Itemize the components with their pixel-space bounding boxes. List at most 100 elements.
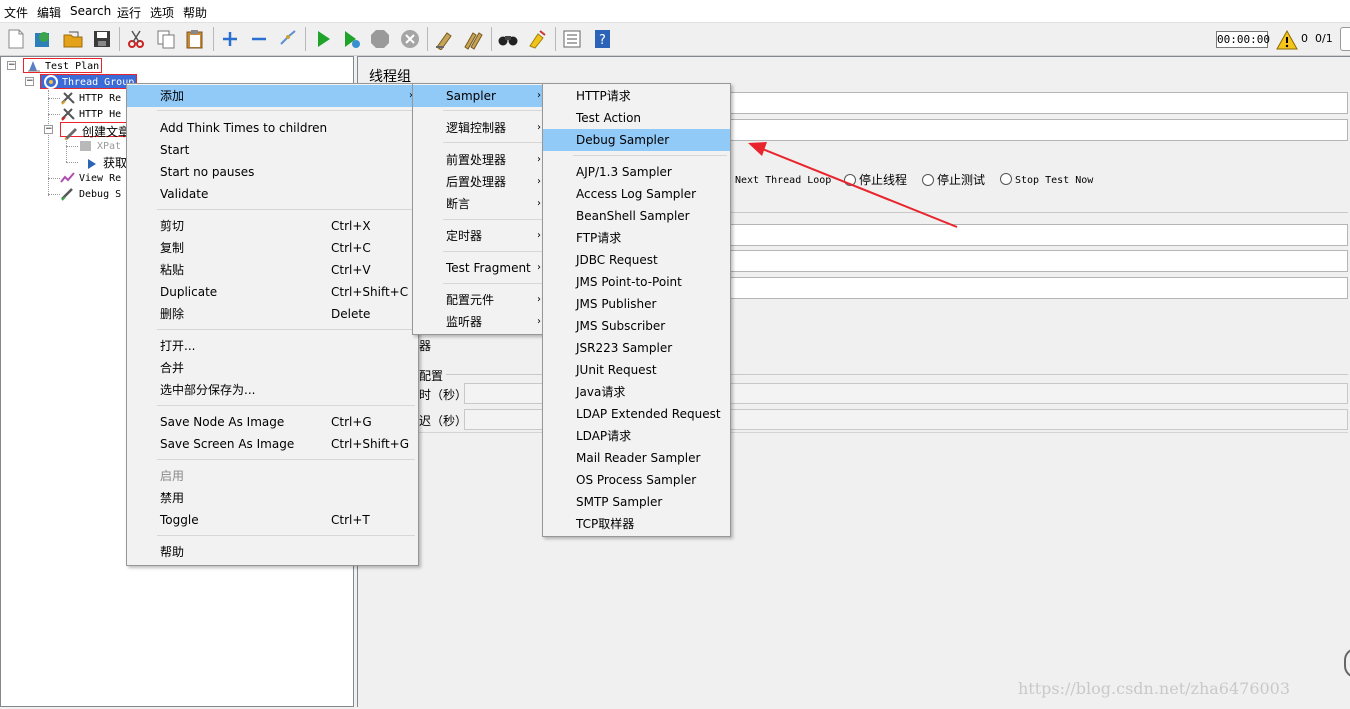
menu-item-copy[interactable]: 复制 Ctrl+C — [127, 237, 418, 259]
sampler-item-junit[interactable]: JUnit Request — [543, 359, 730, 381]
menu-item-save-node-as-image[interactable]: Save Node As Image Ctrl+G — [127, 411, 418, 433]
tree-node-thread-group[interactable]: Thread Group — [40, 74, 138, 89]
menu-item-start-no-pauses[interactable]: Start no pauses — [127, 161, 418, 183]
sampler-item-access-log[interactable]: Access Log Sampler — [543, 183, 730, 205]
sampler-item-ldap-extended[interactable]: LDAP Extended Request — [543, 403, 730, 425]
radio-button[interactable] — [1000, 173, 1012, 185]
menu-options[interactable]: 选项 — [150, 4, 174, 21]
name-field[interactable] — [729, 92, 1348, 114]
save-icon[interactable] — [91, 28, 113, 50]
menu-item-disable[interactable]: 禁用 — [127, 487, 418, 509]
clear-all-icon[interactable] — [462, 28, 484, 50]
tree-toggle[interactable]: − — [25, 77, 34, 86]
menu-item-open[interactable]: 打开... — [127, 335, 418, 357]
sampler-item-beanshell[interactable]: BeanShell Sampler — [543, 205, 730, 227]
sampler-item-mail-reader[interactable]: Mail Reader Sampler — [543, 447, 730, 469]
sampler-item-jms-subscriber[interactable]: JMS Subscriber — [543, 315, 730, 337]
search-icon[interactable] — [497, 28, 519, 50]
radio-stop-test[interactable]: 停止测试 — [922, 171, 985, 188]
tree-node-get[interactable]: 获取 — [84, 154, 127, 171]
tree-node-view-results[interactable]: View Re — [60, 171, 121, 185]
tree-node-debug-sampler[interactable]: Debug S — [60, 187, 121, 201]
submenu-item-logic-controller[interactable]: 逻辑控制器 › — [413, 117, 547, 139]
tree-node-http-request[interactable]: HTTP Re — [60, 91, 121, 105]
tree-node-create-article[interactable]: 创建文章 — [60, 122, 134, 140]
menu-item-start[interactable]: Start — [127, 139, 418, 161]
menu-item-add[interactable]: 添加 › — [127, 85, 418, 107]
sampler-item-ftp[interactable]: FTP请求 — [543, 227, 730, 249]
start-icon[interactable] — [312, 28, 334, 50]
reset-search-icon[interactable] — [526, 28, 548, 50]
sampler-item-test-action[interactable]: Test Action — [543, 107, 730, 129]
tree-node-http-header[interactable]: HTTP He — [60, 107, 121, 121]
new-icon[interactable] — [5, 28, 27, 50]
submenu-item-listener[interactable]: 监听器 › — [413, 311, 547, 333]
radio-button[interactable] — [922, 174, 934, 186]
submenu-item-test-fragment[interactable]: Test Fragment › — [413, 257, 547, 279]
menu-item-paste[interactable]: 粘贴 Ctrl+V — [127, 259, 418, 281]
menu-item-label: BeanShell Sampler — [576, 209, 690, 223]
start-no-pause-icon[interactable] — [340, 28, 362, 50]
radio-stop-thread[interactable]: 停止线程 — [844, 171, 907, 188]
sampler-item-ajp[interactable]: AJP/1.3 Sampler — [543, 161, 730, 183]
clear-icon[interactable] — [433, 28, 455, 50]
toggle-icon[interactable] — [277, 28, 299, 50]
menu-run[interactable]: 运行 — [117, 4, 141, 21]
submenu-item-pre-processor[interactable]: 前置处理器 › — [413, 149, 547, 171]
templates-icon[interactable] — [32, 28, 54, 50]
menu-item-duplicate[interactable]: Duplicate Ctrl+Shift+C — [127, 281, 418, 303]
warning-icon[interactable] — [1276, 29, 1298, 51]
menu-item-help[interactable]: 帮助 — [127, 541, 418, 563]
expand-icon[interactable] — [219, 28, 241, 50]
paste-icon[interactable] — [184, 28, 206, 50]
submenu-item-config-element[interactable]: 配置元件 › — [413, 289, 547, 311]
stop-icon[interactable] — [369, 28, 391, 50]
collapse-icon[interactable] — [248, 28, 270, 50]
submenu-item-timer[interactable]: 定时器 › — [413, 225, 547, 247]
sampler-item-java[interactable]: Java请求 — [543, 381, 730, 403]
menu-item-add-think-times[interactable]: Add Think Times to children — [127, 117, 418, 139]
tree-toggle[interactable]: − — [44, 125, 53, 134]
sampler-item-ldap[interactable]: LDAP请求 — [543, 425, 730, 447]
radio-button[interactable] — [844, 174, 856, 186]
cut-icon[interactable] — [125, 28, 147, 50]
submenu-item-sampler[interactable]: Sampler › — [413, 85, 547, 107]
sampler-item-jdbc[interactable]: JDBC Request — [543, 249, 730, 271]
help-icon[interactable]: ? — [591, 28, 613, 50]
submenu-item-assertion[interactable]: 断言 › — [413, 193, 547, 215]
menu-help[interactable]: 帮助 — [183, 4, 207, 21]
menu-item-cut[interactable]: 剪切 Ctrl+X — [127, 215, 418, 237]
toolbar-separator — [119, 27, 120, 51]
shutdown-icon[interactable] — [399, 28, 421, 50]
sampler-item-jsr223[interactable]: JSR223 Sampler — [543, 337, 730, 359]
menu-edit[interactable]: 编辑 — [37, 4, 61, 21]
comment-field[interactable] — [729, 119, 1348, 141]
menu-item-toggle[interactable]: Toggle Ctrl+T — [127, 509, 418, 531]
radio-stop-test-now[interactable]: Stop Test Now — [1000, 172, 1093, 186]
sampler-item-jms-p2p[interactable]: JMS Point-to-Point — [543, 271, 730, 293]
sampler-item-http-request[interactable]: HTTP请求 — [543, 85, 730, 107]
loop-count-field[interactable] — [729, 277, 1348, 299]
menu-item-delete[interactable]: 删除 Delete — [127, 303, 418, 325]
tree-node-xpath[interactable]: XPat — [78, 139, 121, 153]
tree-node-test-plan[interactable]: Test Plan — [23, 58, 103, 73]
ramp-up-field[interactable] — [729, 250, 1348, 272]
sampler-item-smtp[interactable]: SMTP Sampler — [543, 491, 730, 513]
sampler-item-jms-publisher[interactable]: JMS Publisher — [543, 293, 730, 315]
menu-item-validate[interactable]: Validate — [127, 183, 418, 205]
menu-item-save-screen-as-image[interactable]: Save Screen As Image Ctrl+Shift+G — [127, 433, 418, 455]
menu-file[interactable]: 文件 — [4, 4, 28, 21]
menu-item-save-selection-as[interactable]: 选中部分保存为... — [127, 379, 418, 401]
menu-item-merge[interactable]: 合并 — [127, 357, 418, 379]
menu-search[interactable]: Search — [70, 4, 111, 18]
submenu-item-post-processor[interactable]: 后置处理器 › — [413, 171, 547, 193]
function-helper-icon[interactable] — [561, 28, 583, 50]
tree-toggle[interactable]: − — [7, 61, 16, 70]
sampler-item-tcp[interactable]: TCP取样器 — [543, 513, 730, 535]
sampler-item-debug-sampler[interactable]: Debug Sampler — [543, 129, 730, 151]
sampler-item-os-process[interactable]: OS Process Sampler — [543, 469, 730, 491]
open-icon[interactable] — [62, 28, 84, 50]
copy-icon[interactable] — [155, 28, 177, 50]
threads-field[interactable] — [729, 224, 1348, 246]
radio-next-thread-loop[interactable]: Next Thread Loop — [735, 172, 831, 186]
